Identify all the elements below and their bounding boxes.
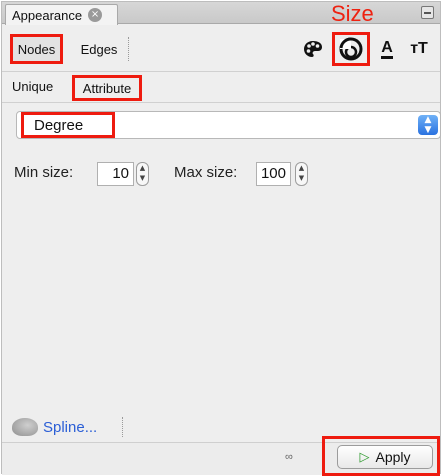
unique-tab[interactable]: Unique bbox=[12, 79, 53, 94]
chain-link-icon[interactable]: ∞ bbox=[285, 451, 293, 463]
apply-button[interactable]: ▷ Apply bbox=[337, 445, 433, 469]
toolbar-separator bbox=[128, 37, 129, 61]
element-toolbar: Nodes Edges A тT bbox=[2, 24, 440, 72]
appearance-panel: Appearance × Size Nodes Edges A тT Uniqu… bbox=[1, 1, 441, 476]
apply-button-label: Apply bbox=[375, 449, 411, 465]
min-size-stepper[interactable]: ▲ ▼ bbox=[136, 162, 149, 186]
max-size-stepper[interactable]: ▲ ▼ bbox=[295, 162, 308, 186]
spline-icon bbox=[12, 418, 38, 436]
attribute-select-value: Degree bbox=[21, 112, 115, 138]
spline-separator bbox=[122, 417, 123, 437]
edges-tab-label: Edges bbox=[80, 41, 118, 57]
min-size-label: Min size: bbox=[14, 164, 74, 181]
panel-title-bar: Appearance × Size bbox=[2, 1, 440, 26]
label-color-glyph: A bbox=[381, 39, 393, 59]
attribute-tab[interactable]: Attribute bbox=[72, 75, 142, 101]
color-palette-icon[interactable] bbox=[302, 38, 324, 60]
nodes-tab[interactable]: Nodes bbox=[10, 34, 63, 64]
nodes-tab-label: Nodes bbox=[17, 41, 56, 57]
spline-link[interactable]: Spline... bbox=[43, 419, 97, 436]
play-icon: ▷ bbox=[359, 449, 370, 465]
attribute-select[interactable]: Degree ▲ ▼ bbox=[16, 111, 441, 139]
close-tab-icon[interactable]: × bbox=[88, 8, 103, 22]
label-size-icon[interactable]: тT bbox=[405, 36, 433, 62]
label-color-icon[interactable]: A bbox=[375, 36, 399, 62]
max-size-input[interactable]: 100 bbox=[256, 162, 291, 186]
attribute-tab-label: Attribute bbox=[82, 80, 132, 96]
label-size-glyph: тT bbox=[410, 40, 428, 57]
bottom-bar: ∞ ▷ Apply bbox=[2, 436, 440, 476]
appearance-tab-label: Appearance bbox=[12, 7, 83, 23]
min-size-input[interactable]: 10 bbox=[97, 162, 134, 186]
size-icon[interactable] bbox=[332, 32, 370, 66]
transformer-mode-bar: Unique Attribute bbox=[2, 73, 440, 103]
appearance-tab[interactable]: Appearance × bbox=[5, 4, 118, 25]
max-size-label: Max size: bbox=[174, 164, 238, 181]
minimize-icon[interactable] bbox=[421, 6, 434, 19]
select-arrows-icon[interactable]: ▲ ▼ bbox=[418, 115, 438, 135]
edges-tab[interactable]: Edges bbox=[74, 34, 124, 64]
